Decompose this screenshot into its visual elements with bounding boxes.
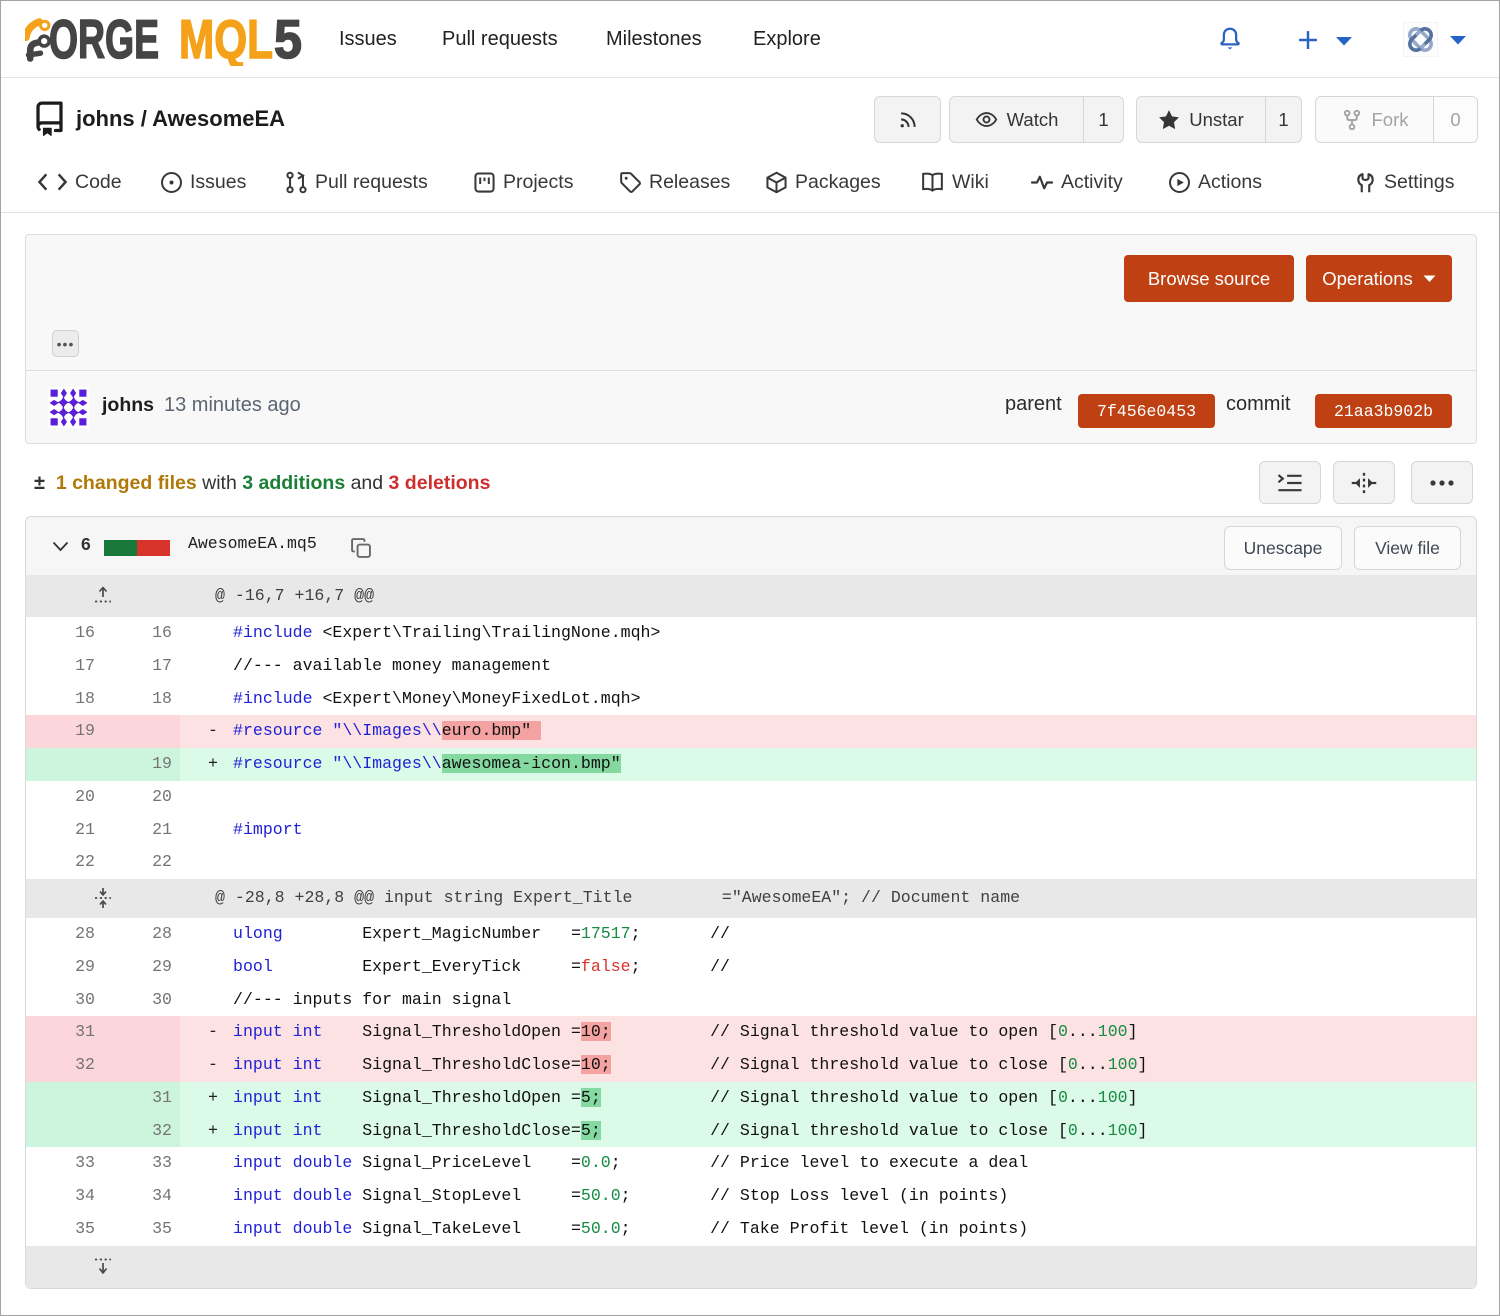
svg-text:5: 5 [274, 12, 302, 66]
svg-text:MQL: MQL [179, 12, 273, 66]
svg-text:ORGE: ORGE [49, 12, 159, 66]
